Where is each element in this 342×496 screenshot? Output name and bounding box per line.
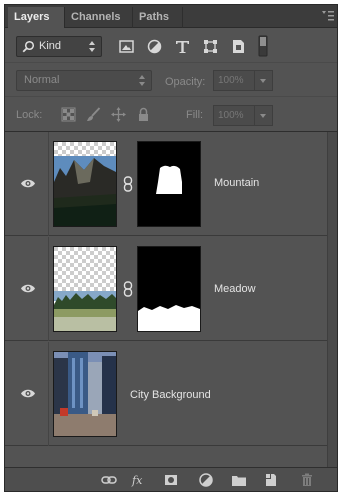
lock-all-icon[interactable] <box>136 107 151 122</box>
visibility-toggle[interactable] <box>5 342 49 446</box>
lock-image-pixels-icon[interactable] <box>86 107 101 122</box>
adjustment-layer-icon[interactable] <box>198 472 214 488</box>
chain-link-icon[interactable] <box>123 281 133 297</box>
fill-dropdown-button[interactable] <box>255 105 273 126</box>
layer-row-meadow[interactable]: Meadow <box>5 237 329 341</box>
blend-mode-select[interactable]: Normal <box>16 70 152 91</box>
filter-kind-select[interactable]: Kind <box>16 36 102 57</box>
tab-paths[interactable]: Paths <box>133 7 183 28</box>
add-mask-icon[interactable] <box>163 472 179 488</box>
tab-layers[interactable]: Layers <box>8 7 65 28</box>
trash-icon[interactable] <box>299 472 315 488</box>
updown-arrows-icon <box>89 41 95 52</box>
chevron-down-icon <box>260 79 266 83</box>
filter-toggle-icon[interactable] <box>258 35 268 57</box>
layer-row-city-background[interactable]: City Background <box>5 342 329 446</box>
layer-thumbnail[interactable] <box>53 351 117 437</box>
visibility-toggle[interactable] <box>5 132 49 236</box>
layers-panel: Layers Channels Paths Kind Normal Opacit… <box>4 4 338 492</box>
lock-label: Lock: <box>16 109 43 121</box>
type-filter-icon[interactable] <box>174 38 191 55</box>
fill-field[interactable]: 100% <box>213 105 255 126</box>
svg-text:fx: fx <box>131 474 143 487</box>
lock-row: Lock: Fill: 100% <box>5 96 337 132</box>
filter-row: Kind <box>5 28 337 62</box>
layer-name[interactable]: City Background <box>130 389 211 401</box>
opacity-label: Opacity: <box>165 76 206 88</box>
search-icon <box>22 40 35 53</box>
panel-tab-bar: Layers Channels Paths <box>5 5 337 28</box>
chain-link-icon[interactable] <box>123 176 133 192</box>
eye-icon <box>21 284 35 293</box>
fill-label: Fill: <box>186 109 204 121</box>
link-layers-icon[interactable] <box>101 472 117 488</box>
eye-icon <box>21 179 35 188</box>
adjustment-filter-icon[interactable] <box>146 38 163 55</box>
chevron-down-icon <box>260 114 266 118</box>
opacity-dropdown-button[interactable] <box>255 70 273 91</box>
smart-object-filter-icon[interactable] <box>230 38 247 55</box>
layer-mask-thumbnail[interactable] <box>137 141 201 227</box>
lock-position-icon[interactable] <box>111 107 126 122</box>
fx-icon[interactable]: fx <box>131 472 147 488</box>
shape-filter-icon[interactable] <box>202 38 219 55</box>
new-layer-icon[interactable] <box>263 472 279 488</box>
blend-mode-value: Normal <box>24 74 60 86</box>
layer-thumbnail[interactable] <box>53 246 117 332</box>
visibility-toggle[interactable] <box>5 237 49 341</box>
layers-action-bar: fx <box>5 467 337 491</box>
layer-row-mountain[interactable]: Mountain <box>5 132 329 236</box>
layer-mask-thumbnail[interactable] <box>137 246 201 332</box>
updown-arrows-icon <box>139 75 145 86</box>
opacity-field[interactable]: 100% <box>213 70 255 91</box>
pixel-filter-icon[interactable] <box>118 38 135 55</box>
layers-list: Mountain Meadow City Background <box>5 132 337 468</box>
lock-transparent-pixels-icon[interactable] <box>61 107 76 122</box>
layer-name[interactable]: Mountain <box>214 177 259 189</box>
group-folder-icon[interactable] <box>231 472 247 488</box>
layer-thumbnail[interactable] <box>53 141 117 227</box>
filter-kind-label: Kind <box>39 40 62 52</box>
eye-icon <box>21 389 35 398</box>
layer-name[interactable]: Meadow <box>214 283 256 295</box>
layers-scrollbar[interactable] <box>327 132 337 468</box>
tab-channels[interactable]: Channels <box>65 7 133 28</box>
blend-row: Normal Opacity: 100% <box>5 62 337 96</box>
panel-menu-icon[interactable] <box>321 10 335 22</box>
